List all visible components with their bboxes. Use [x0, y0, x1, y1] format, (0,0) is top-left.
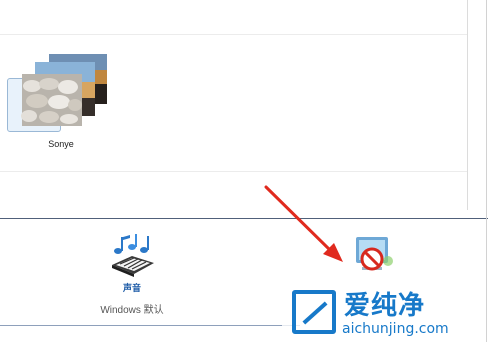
theme-preview-image: [21, 54, 107, 126]
sound-scheme-value: Windows 默认: [100, 305, 164, 316]
divider: [0, 325, 300, 326]
screensaver-disabled-icon: [356, 237, 393, 271]
theme-name-label: Sonye: [48, 139, 74, 149]
watermark-logo-icon: [292, 290, 336, 334]
watermark-url: aichunjing.com: [342, 321, 449, 337]
divider: [0, 171, 467, 172]
scrollbar-track[interactable]: [467, 0, 468, 210]
screensaver-setting[interactable]: [348, 233, 398, 277]
sound-label: 声音: [122, 283, 141, 293]
watermark: 爱纯净 aichunjing.com: [282, 284, 488, 342]
window-edge: [486, 0, 487, 342]
music-notes-keyboard-icon: [112, 234, 154, 277]
settings-bar-divider: [0, 218, 488, 219]
theme-list-panel: Sonye: [0, 0, 488, 218]
divider: [0, 34, 467, 35]
personalization-window: Sonye 声音 Windows 默认 爱纯净 aichunjing.com: [0, 0, 488, 342]
sound-setting[interactable]: 声音 Windows 默认: [92, 232, 172, 318]
watermark-title: 爱纯净: [344, 291, 426, 321]
